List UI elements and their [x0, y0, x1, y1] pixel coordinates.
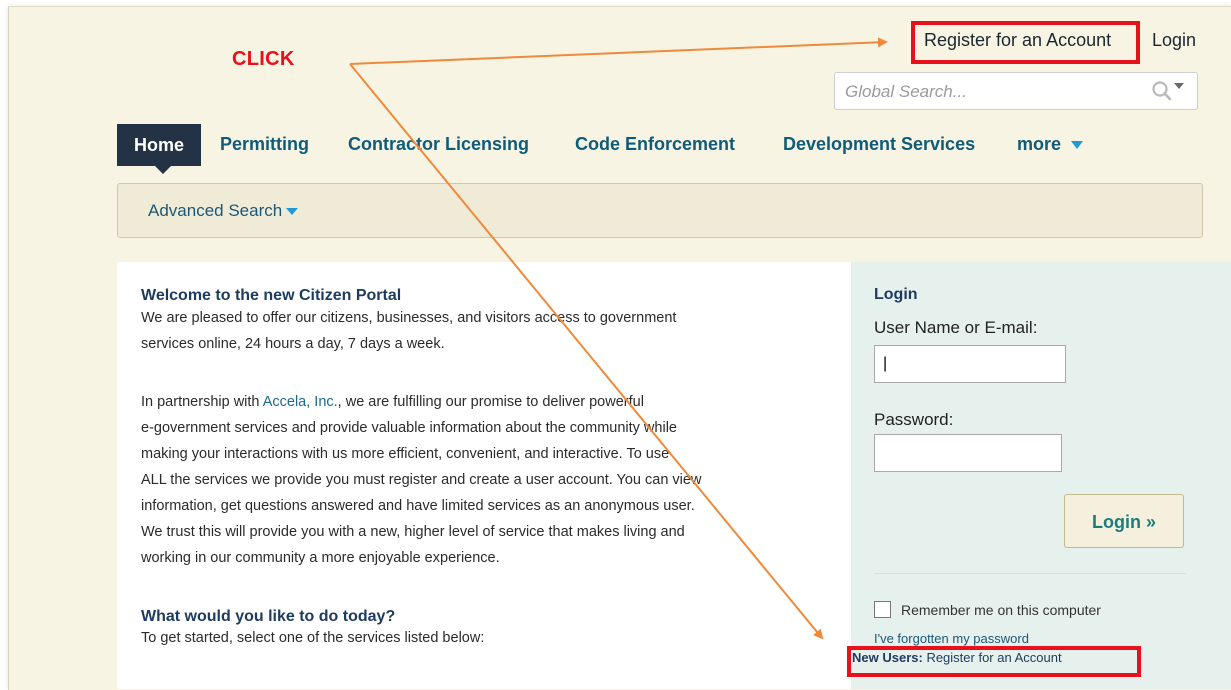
global-search-box	[834, 72, 1198, 110]
forgot-password-link[interactable]: I've forgotten my password	[874, 631, 1029, 646]
password-label: Password:	[874, 410, 954, 429]
username-field[interactable]	[874, 345, 1066, 383]
partnership-line: e-government services and provide valuab…	[141, 420, 677, 436]
accela-link[interactable]: Accela, Inc.	[263, 394, 338, 410]
partnership-line1-suffix: , we are fulfilling our promise to deliv…	[337, 394, 644, 410]
advanced-search-bar: Advanced Search	[117, 183, 1203, 238]
partnership-prefix: In partnership with	[141, 394, 263, 410]
tab-permitting[interactable]: Permitting	[220, 134, 309, 155]
global-search-input[interactable]	[843, 79, 1137, 105]
partnership-line: working in our community a more enjoyabl…	[141, 550, 500, 566]
chevron-down-icon	[1071, 141, 1084, 150]
tab-more-label: more	[1017, 134, 1062, 154]
username-label: User Name or E-mail:	[874, 318, 1038, 337]
remember-me-label: Remember me on this computer	[901, 601, 1101, 618]
remember-me-row: Remember me on this computer	[874, 601, 1101, 621]
header-register-link[interactable]: Register for an Account	[924, 30, 1111, 51]
password-field[interactable]	[874, 434, 1062, 472]
tab-home[interactable]: Home	[117, 124, 201, 174]
tab-code-enforcement[interactable]: Code Enforcement	[575, 134, 735, 155]
login-button[interactable]: Login »	[1064, 494, 1184, 548]
click-annotation-label: CLICK	[232, 48, 295, 70]
tab-contractor-licensing[interactable]: Contractor Licensing	[348, 134, 529, 155]
welcome-line: services online, 24 hours a day, 7 days …	[141, 336, 445, 352]
chevron-down-icon	[286, 208, 299, 216]
tab-development-services[interactable]: Development Services	[783, 134, 975, 155]
welcome-panel: Welcome to the new Citizen Portal We are…	[117, 262, 851, 689]
login-panel-title: Login	[874, 286, 918, 303]
tab-more[interactable]: more	[1017, 134, 1084, 155]
header-login-link[interactable]: Login	[1152, 30, 1196, 51]
todo-text: To get started, select one of the servic…	[141, 630, 485, 646]
todo-title: What would you like to do today?	[141, 608, 396, 625]
advanced-search-label: Advanced Search	[148, 201, 283, 220]
remember-me-checkbox[interactable]	[874, 601, 891, 619]
welcome-title: Welcome to the new Citizen Portal	[141, 287, 402, 304]
advanced-search-link[interactable]: Advanced Search	[148, 201, 299, 221]
new-users-register-link[interactable]: Register for an Account	[926, 650, 1061, 665]
login-divider	[874, 573, 1186, 574]
welcome-line: We are pleased to offer our citizens, bu…	[141, 310, 677, 326]
partnership-line: making your interactions with us more ef…	[141, 446, 670, 462]
partnership-line: information, get questions answered and …	[141, 498, 695, 514]
new-users-line: New Users: Register for an Account	[852, 650, 1062, 665]
welcome-text: We are pleased to offer our citizens, bu…	[141, 305, 841, 357]
new-users-label: New Users:	[852, 650, 923, 665]
partnership-line: We trust this will provide you with a ne…	[141, 524, 685, 540]
partnership-line: In partnership with Accela, Inc., we are…	[141, 389, 841, 415]
partnership-line: ALL the services we provide you must reg…	[141, 472, 702, 488]
search-icon[interactable]	[1151, 80, 1187, 102]
partnership-text: In partnership with Accela, Inc., we are…	[141, 389, 841, 571]
